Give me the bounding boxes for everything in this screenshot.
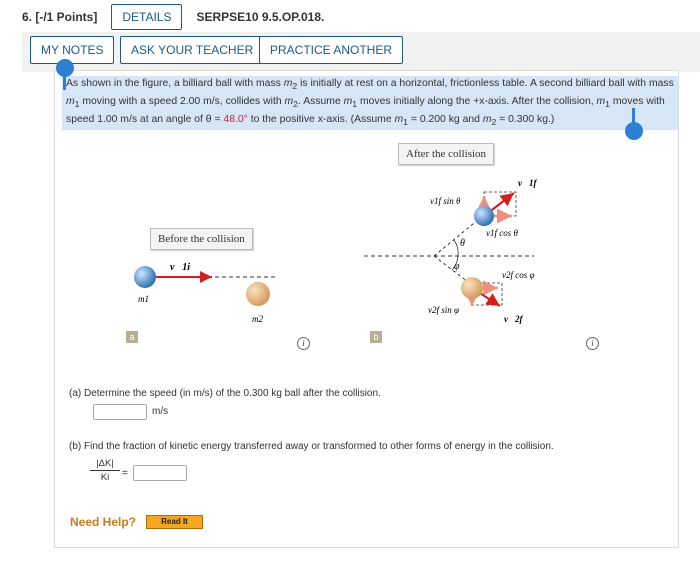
question-number: 6. [-/1 Points] — [22, 10, 98, 24]
kinetic-energy-fraction: |ΔK| Ki — [90, 458, 120, 483]
details-button[interactable]: DETAILS — [111, 4, 183, 30]
v1f-sin-label: v1f sin θ — [430, 196, 461, 206]
m1-label: m1 — [138, 294, 149, 304]
ball-m2-after — [461, 277, 483, 299]
after-collision-figure: v1f sin θ v1f cos θ v2f cos φ v2f sin φ … — [364, 178, 537, 324]
selection-end-handle[interactable] — [625, 122, 643, 140]
question-code: SERPSE10 9.5.OP.018. — [196, 10, 325, 24]
fraction-denominator: Ki — [100, 472, 110, 483]
selection-start-handle[interactable] — [56, 59, 74, 77]
need-help-label: Need Help? — [70, 515, 137, 529]
v2f-cos-label: v2f cos φ — [502, 270, 534, 280]
question-header: 6. [-/1 Points] DETAILS SERPSE10 9.5.OP.… — [22, 3, 324, 31]
theta-label: θ — [460, 238, 465, 249]
angle-value: 48.0° — [223, 114, 248, 126]
ask-your-teacher-button[interactable]: ASK YOUR TEACHER — [120, 36, 265, 64]
equals-sign: = — [122, 468, 128, 479]
part-b-question: (b) Find the fraction of kinetic energy … — [69, 441, 554, 452]
part-a-answer-input[interactable] — [93, 404, 147, 420]
v1f-label: v⃗1f — [518, 178, 537, 188]
v1f-cos-label: v1f cos θ — [486, 228, 518, 238]
ball-m2 — [246, 282, 270, 306]
ball-m1 — [134, 266, 156, 288]
practice-another-button[interactable]: PRACTICE ANOTHER — [259, 36, 404, 64]
part-b-answer-input[interactable] — [133, 465, 187, 481]
info-icon[interactable]: i — [297, 337, 310, 350]
read-it-button[interactable]: Read It — [146, 515, 203, 529]
fraction-numerator: |ΔK| — [90, 458, 120, 471]
v2f-label: v⃗2f — [504, 314, 523, 324]
part-a-unit: m/s — [152, 406, 169, 417]
m2-label: m2 — [252, 314, 263, 324]
problem-statement: As shown in the figure, a billiard ball … — [62, 76, 678, 131]
phi-label: φ — [454, 261, 460, 272]
v2f-sin-label: v2f sin φ — [428, 305, 459, 315]
before-collision-figure: v⃗1i m1 m2 — [134, 262, 275, 324]
before-collision-label: Before the collision — [150, 228, 253, 250]
info-icon[interactable]: i — [586, 337, 599, 350]
figure-tag-b: b — [370, 331, 382, 343]
part-a-question: (a) Determine the speed (in m/s) of the … — [69, 388, 381, 399]
after-collision-label: After the collision — [398, 143, 495, 165]
theta-arc — [453, 239, 459, 257]
v1i-label: v⃗1i — [170, 262, 190, 273]
ball-m1-after — [474, 206, 494, 226]
figure-tag-a: a — [126, 331, 138, 343]
my-notes-button[interactable]: MY NOTES — [30, 36, 115, 64]
